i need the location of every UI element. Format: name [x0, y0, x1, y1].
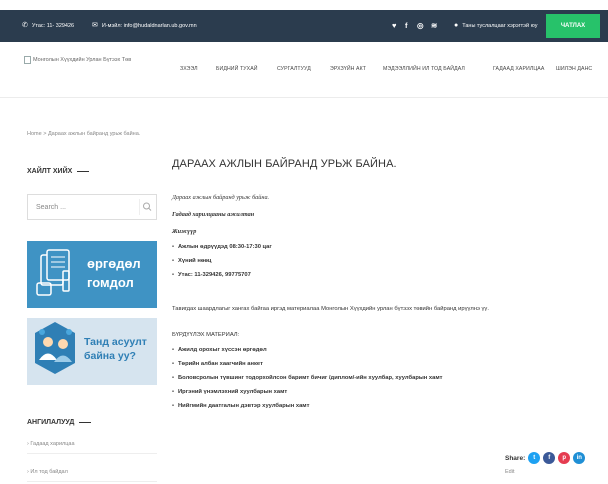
breadcrumb: Home > Дараах ажлын байранд урьж байна.	[27, 131, 141, 137]
article-note: Тавигдах шаардлагыг хангах байгаа иргэд …	[172, 306, 489, 312]
nav-item-transparency[interactable]: МЭДЭЭЛЛИЙН ИЛ ТОД БАЙДАЛ	[383, 66, 465, 72]
twitter-icon[interactable]: ♥	[392, 10, 396, 42]
category-arrow-icon: ›	[27, 469, 29, 475]
search-placeholder: Search ...	[36, 203, 66, 211]
category-label[interactable]: Ил тод байдал	[30, 469, 67, 475]
feedback-text[interactable]: Таны туслалцааг хэрэгтэй юу	[462, 10, 537, 42]
search-input[interactable]: Search ...	[27, 194, 157, 220]
category-label[interactable]: Гадаад харилцаа	[30, 441, 74, 447]
nav-item-glass-account[interactable]: ШИЛЭН ДАНС	[556, 66, 592, 72]
site-header: Монголын Хүүхдийн Урлан Бүтээх Төв ЗХЭЭЛ…	[0, 42, 608, 98]
phone-info: ✆ Утас: 11- 329426	[22, 10, 74, 42]
broken-image-icon	[24, 56, 31, 64]
question-banner[interactable]: Танд асуулт байна уу?	[27, 318, 157, 385]
nav-item-about[interactable]: БИДНИЙ ТУХАЙ	[216, 66, 258, 72]
nav-item-foreign-relations[interactable]: ГАДААД ХАРИЛЦАА	[493, 66, 544, 72]
petition-line1: өргөдөл	[87, 256, 141, 271]
article: ДАРААХ АЖЛЫН БАЙРАНД УРЬЖ БАЙНА. Дараах …	[172, 158, 592, 409]
detail-item: Утас: 11-329426, 99775707	[172, 272, 251, 278]
page-title: ДАРААХ АЖЛЫН БАЙРАНД УРЬЖ БАЙНА.	[172, 158, 397, 170]
detail-item: Хүний нөөц	[172, 258, 212, 264]
detail-item: Ажлын өдрүүдэд 08:30-17:30 цаг	[172, 244, 272, 250]
category-transparency[interactable]: › Ил тод байдал	[27, 469, 157, 482]
mail-icon: ✉	[92, 22, 98, 29]
categories-heading-text: АНГИЛАЛУУД	[27, 419, 75, 426]
share-label: Share:	[505, 454, 526, 462]
nav-item-legal[interactable]: ЭРХЗҮЙН АКТ	[330, 66, 366, 72]
article-intro: Дараах ажлын байранд урьж байна.	[172, 194, 270, 201]
search-divider	[139, 199, 140, 215]
search-heading-text: ХАЙЛТ ХИЙХ	[27, 168, 73, 175]
email-info[interactable]: ✉ И-мэйл: info@hudaldnarlan.ub.gov.mn	[92, 10, 197, 42]
categories-heading: АНГИЛАЛУУД	[27, 419, 92, 426]
category-foreign-relations[interactable]: › Гадаад харилцаа	[27, 441, 157, 454]
feedback-link[interactable]: ● Таны туслалцааг хэрэгтэй юу	[454, 10, 537, 42]
job-title-1: Гадаад харилцааны ажилтан	[172, 211, 255, 218]
email-text[interactable]: И-мэйл: info@hudaldnarlan.ub.gov.mn	[102, 10, 197, 42]
material-item: Төрийн албан хаагчийн анкет	[172, 361, 263, 367]
site-logo[interactable]: Монголын Хүүхдийн Урлан Бүтээх Төв	[24, 56, 131, 64]
nav-item-trainings[interactable]: СУРГАЛТУУД	[277, 66, 311, 72]
question-line2: байна уу?	[84, 350, 136, 362]
linkedin-share-icon[interactable]: in	[573, 452, 586, 464]
material-item: Ажилд орохыг хүссэн өргөдөл	[172, 347, 267, 353]
question-icon: ●	[454, 22, 459, 29]
phone-text: Утас: 11- 329426	[31, 23, 75, 29]
nav-item-zhool[interactable]: ЗХЭЭЛ	[180, 66, 198, 72]
job-title-2: Жижүүр	[172, 228, 197, 235]
instagram-icon[interactable]: ◎	[417, 10, 424, 42]
rss-icon[interactable]: ≋	[431, 10, 437, 42]
material-item: Иргэний үнэмлэхний хуулбарын хамт	[172, 389, 287, 395]
search-icon[interactable]	[142, 201, 152, 213]
heading-dash	[79, 422, 92, 423]
phone-icon: ✆	[22, 22, 28, 29]
chat-button[interactable]: ЧАТЛАХ	[546, 14, 600, 38]
material-item: Нийгмийн даатгалын дэвтэр хуулбарын хамт	[172, 403, 309, 409]
heading-dash	[77, 171, 90, 172]
twitter-share-icon[interactable]: t	[528, 452, 541, 464]
category-arrow-icon: ›	[27, 441, 29, 447]
pinterest-share-icon[interactable]: p	[558, 452, 571, 464]
question-line1: Танд асуулт	[84, 336, 147, 348]
top-bar: ✆ Утас: 11- 329426 ✉ И-мэйл: info@hudald…	[0, 10, 608, 42]
petition-line2: гомдол	[87, 275, 134, 290]
share-bar: Share: t f p in	[505, 452, 586, 464]
materials-heading: БҮРДҮҮЛЭХ МАТЕРИАЛ:	[172, 332, 240, 338]
facebook-share-icon[interactable]: f	[543, 452, 556, 464]
logo-alt-text: Монголын Хүүхдийн Урлан Бүтээх Төв	[33, 57, 132, 63]
facebook-icon[interactable]: f	[405, 10, 408, 42]
material-item: Боловсролын түвшинг тодорхойлсон баримт …	[172, 375, 442, 381]
search-heading: ХАЙЛТ ХИЙХ	[27, 168, 90, 175]
petition-banner[interactable]: өргөдөл гомдол	[27, 241, 157, 308]
edit-link[interactable]: Edit	[505, 469, 514, 475]
